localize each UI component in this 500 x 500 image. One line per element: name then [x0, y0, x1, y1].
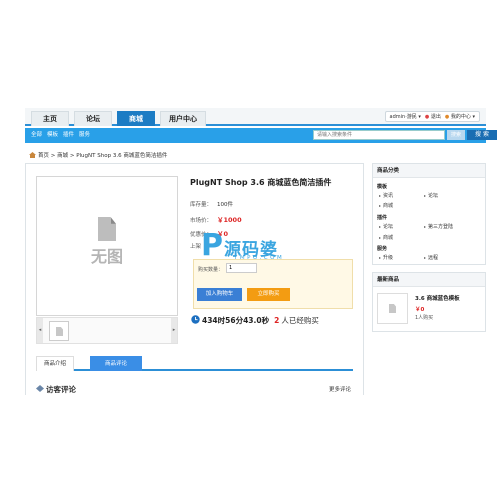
- detail-tabs: 商品介绍 商品评论: [36, 353, 353, 371]
- add-to-cart-button[interactable]: 加入购物车: [197, 288, 242, 301]
- product-panel: 无图 ◂ ▸ PlugNT Shop 3.6 商城蓝色简洁插件 库存量： 100件…: [25, 163, 364, 395]
- new-product-price: ￥0: [415, 307, 425, 313]
- quantity-input[interactable]: [226, 263, 257, 273]
- category-group-plugins[interactable]: 插件: [377, 214, 387, 221]
- category-item[interactable]: 论坛: [379, 223, 393, 230]
- breadcrumb: 首页 > 商城 > PlugNT Shop 3.6 商城蓝色简洁插件: [29, 151, 167, 160]
- thumbnail-image-icon: [389, 304, 396, 313]
- comment-icon: [36, 385, 44, 394]
- stock-label: 库存量：: [190, 202, 213, 208]
- discount-value: ￥0: [217, 230, 229, 238]
- category-item[interactable]: 商城: [379, 234, 393, 241]
- new-products-title: 最新商品: [373, 273, 485, 287]
- market-price-label: 市场价：: [190, 218, 213, 224]
- tab-product-intro[interactable]: 商品介绍: [36, 356, 74, 371]
- thumbnail-strip: ◂ ▸: [36, 317, 178, 344]
- category-group-services[interactable]: 服务: [377, 245, 387, 252]
- category-group-templates[interactable]: 模板: [377, 183, 387, 190]
- new-product-thumbnail[interactable]: [377, 293, 408, 324]
- stock-value: 100件: [217, 202, 234, 208]
- tab-mall[interactable]: 商城: [117, 111, 155, 126]
- breadcrumb-text[interactable]: 首页 > 商城 > PlugNT Shop 3.6 商城蓝色简洁插件: [38, 153, 167, 159]
- sub-nav: 全部 模板 插件 服务 搜索 搜 索: [25, 128, 497, 143]
- chevron-down-icon: ▾: [418, 114, 421, 120]
- quantity-label: 购买数量：: [198, 267, 224, 273]
- logout-label: 退出: [430, 114, 441, 120]
- search-input[interactable]: [313, 130, 445, 140]
- tab-forum[interactable]: 论坛: [74, 111, 112, 126]
- tab-user-center[interactable]: 用户中心: [160, 111, 206, 126]
- thumbnail-image-icon: [56, 327, 63, 336]
- category-item[interactable]: 论坛: [424, 192, 438, 199]
- countdown-timer: 434时56分43.0秒: [202, 316, 270, 325]
- user-icon: ●: [444, 114, 450, 120]
- category-box: 商品分类 模板 资讯 论坛 商城 插件 论坛 第三方登陆 商城 服务 升级 远程: [372, 163, 486, 265]
- tab-product-reviews[interactable]: 商品评论: [90, 356, 142, 371]
- category-item[interactable]: 资讯: [379, 192, 393, 199]
- search-aux-button[interactable]: 搜索: [447, 130, 465, 140]
- no-image-text: 无图: [90, 247, 123, 266]
- comments-title: 访客评论: [46, 385, 76, 394]
- category-item[interactable]: 升级: [379, 254, 393, 261]
- discount-label: 优惠价：: [190, 232, 213, 238]
- search-button[interactable]: 搜 索: [467, 130, 497, 140]
- new-product-name[interactable]: 3.6 商城蓝色模板: [415, 294, 460, 302]
- product-image: 无图: [36, 176, 178, 316]
- buyers-text: 人已经购买: [281, 316, 319, 325]
- comments-heading: 访客评论: [36, 384, 76, 395]
- more-comments-link[interactable]: 更多评论: [329, 385, 351, 393]
- market-price-row: 市场价： ￥1000: [190, 214, 242, 224]
- logout-icon: ●: [424, 114, 430, 120]
- category-item[interactable]: 商城: [379, 202, 393, 209]
- tab-home[interactable]: 主页: [31, 111, 69, 126]
- subnav-all[interactable]: 全部: [31, 128, 42, 143]
- chevron-left-icon[interactable]: ◂: [37, 318, 43, 343]
- chevron-down-icon: ▾: [472, 114, 475, 120]
- my-center-link[interactable]: ● 我的中心 ▾: [445, 112, 475, 121]
- market-price-value: ￥1000: [217, 216, 242, 224]
- category-item[interactable]: 第三方登陆: [424, 223, 453, 230]
- discount-row: 优惠价： ￥0: [190, 228, 228, 238]
- subnav-services[interactable]: 服务: [79, 128, 90, 143]
- my-center-label: 我的中心: [450, 114, 471, 120]
- new-products-box: 最新商品 3.6 商城蓝色模板 ￥0 1人购买: [372, 272, 486, 332]
- product-title: PlugNT Shop 3.6 商城蓝色简洁插件: [190, 178, 332, 187]
- shelf-row: 上架: [190, 242, 201, 250]
- no-image-icon: [98, 217, 116, 241]
- logout-link[interactable]: ● 退出: [425, 112, 441, 121]
- countdown: 434时56分43.0秒 2 人已经购买: [191, 315, 319, 326]
- buyers-count: 2: [274, 316, 280, 325]
- shelf-label: 上架: [190, 244, 202, 250]
- user-area: admin·游民 ▾ ● 退出 ● 我的中心 ▾: [384, 111, 480, 122]
- subnav-templates[interactable]: 模板: [47, 128, 58, 143]
- subnav-plugins[interactable]: 插件: [63, 128, 74, 143]
- thumbnail[interactable]: [49, 321, 69, 341]
- new-product-buyers: 1人购买: [415, 315, 434, 321]
- username-link[interactable]: admin: [390, 114, 406, 120]
- buy-now-button[interactable]: 立即购买: [247, 288, 290, 301]
- category-item[interactable]: 远程: [424, 254, 438, 261]
- clock-icon: [191, 315, 200, 326]
- top-nav: 主页 论坛 商城 用户中心 admin·游民 ▾ ● 退出 ● 我的中心 ▾: [25, 108, 486, 126]
- user-status: 游民: [406, 114, 417, 120]
- category-title: 商品分类: [373, 164, 485, 178]
- buy-box: 购买数量： 加入购物车 立即购买: [193, 259, 353, 309]
- stock-row: 库存量： 100件: [190, 200, 233, 208]
- chevron-right-icon[interactable]: ▸: [171, 318, 177, 343]
- home-icon: [29, 152, 36, 160]
